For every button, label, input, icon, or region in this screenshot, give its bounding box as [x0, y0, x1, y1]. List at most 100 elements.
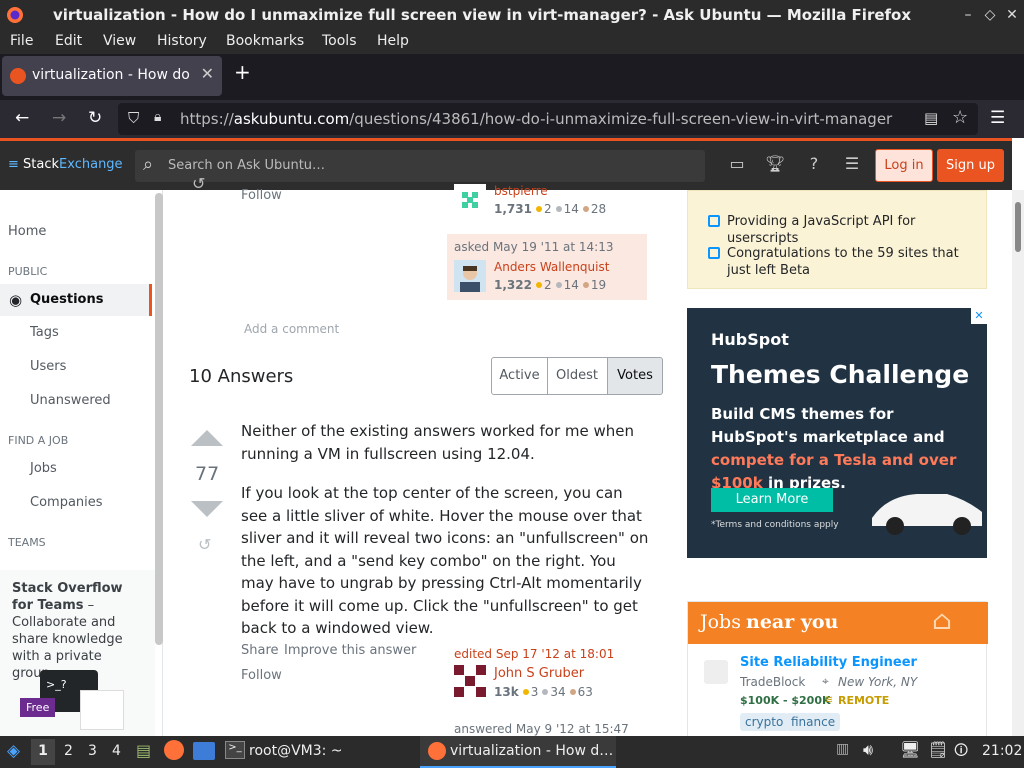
window-title: virtualization - How do I unmaximize ful… — [52, 6, 912, 24]
user-name-john[interactable]: John S Gruber — [494, 666, 584, 681]
nav-users[interactable]: Users — [30, 359, 66, 374]
nav-jobs[interactable]: Jobs — [30, 461, 57, 476]
job-tag[interactable]: finance — [786, 713, 841, 731]
window-titlebar: virtualization - How do I unmaximize ful… — [0, 0, 1024, 30]
tab-close-icon[interactable]: ✕ — [201, 64, 214, 83]
ad-learn-more-button[interactable]: Learn More — [711, 488, 833, 512]
reader-view-icon[interactable]: ▤ — [924, 109, 938, 127]
nav-companies[interactable]: Companies — [30, 495, 103, 510]
network-icon[interactable]: 🖥︎ — [900, 740, 920, 759]
reload-icon[interactable]: ↻ — [88, 108, 102, 128]
menu-view[interactable]: View — [103, 33, 136, 49]
answer-edited-date[interactable]: edited Sep 17 '12 at 18:01 — [454, 647, 614, 661]
updates-icon[interactable]: 🛈 — [954, 740, 968, 764]
terminal-icon: >_ — [225, 741, 245, 759]
menu-edit[interactable]: Edit — [55, 33, 82, 49]
nav-heading-teams: TEAMS — [8, 536, 46, 549]
close-window-button[interactable]: ✕ — [1002, 5, 1022, 25]
task-terminal[interactable]: root@VM3: ~ — [249, 743, 343, 759]
history-icon[interactable]: ↺ — [192, 174, 205, 193]
asker-card: asked May 19 '11 at 14:13 Anders Wallenq… — [447, 234, 647, 300]
add-comment-link[interactable]: Add a comment — [244, 322, 339, 336]
minimize-button[interactable]: – — [958, 5, 978, 25]
bulletin-item-2[interactable]: Congratulations to the 59 sites that jus… — [727, 245, 967, 279]
new-tab-button[interactable]: + — [234, 60, 251, 84]
hubspot-ad[interactable]: ✕ HubSpot Themes Challenge Build CMS the… — [687, 308, 987, 558]
nav-tags[interactable]: Tags — [30, 325, 59, 340]
job-title-link[interactable]: Site Reliability Engineer — [740, 655, 917, 670]
user-avatar-john[interactable] — [454, 665, 486, 697]
company-logo-icon — [704, 660, 728, 684]
log-in-button[interactable]: Log in — [875, 149, 933, 182]
location-pin-icon: ⌖ — [822, 674, 829, 688]
nav-home[interactable]: Home — [8, 224, 46, 239]
nav-questions[interactable]: ◉ Questions — [0, 284, 152, 316]
sign-up-button[interactable]: Sign up — [937, 149, 1004, 182]
right-sidebar: Providing a JavaScript API for userscrip… — [687, 190, 988, 736]
menu-help[interactable]: Help — [377, 33, 409, 49]
menu-bookmarks[interactable]: Bookmarks — [226, 33, 304, 49]
menu-tools[interactable]: Tools — [322, 33, 357, 49]
sidebar-scrollbar[interactable] — [155, 193, 163, 645]
workspace-3[interactable]: 3 — [88, 743, 97, 759]
workspace-2[interactable]: 2 — [64, 743, 73, 759]
window-launcher-icon[interactable] — [193, 742, 215, 760]
user-avatar-bstpierre[interactable] — [454, 184, 486, 216]
navigation-bar: ← → ↻ ⛉ 🔒︎ https://askubuntu.com/questio… — [0, 100, 1024, 138]
firefox-launcher-icon[interactable] — [164, 740, 184, 760]
restore-button[interactable]: ◇ — [980, 5, 1000, 25]
url-bar[interactable]: ⛉ 🔒︎ https://askubuntu.com/questions/438… — [118, 103, 978, 135]
inbox-icon[interactable]: ▭ — [726, 154, 748, 176]
question-follow-link[interactable]: Follow — [241, 188, 282, 203]
page-scrollbar[interactable] — [1012, 190, 1024, 736]
job-tag[interactable]: crypto — [740, 713, 789, 731]
answer-follow-link[interactable]: Follow — [241, 668, 282, 683]
achievements-trophy-icon[interactable]: 🏆︎ — [764, 154, 786, 176]
ad-close-icon[interactable]: ✕ — [971, 308, 987, 324]
sort-votes-button[interactable]: Votes — [607, 357, 663, 395]
volume-icon[interactable]: 🔊︎ — [863, 740, 873, 760]
site-switcher-icon[interactable]: ☰ — [841, 154, 863, 176]
askubuntu-favicon-icon — [10, 68, 26, 84]
url-text[interactable]: https://askubuntu.com/questions/43861/ho… — [180, 110, 892, 128]
job-location: New York, NY — [838, 675, 918, 689]
shield-icon[interactable]: ⛉ — [128, 109, 139, 127]
left-sidebar: Home PUBLIC ◉ Questions Tags Users Unans… — [0, 190, 163, 736]
clipboard-icon[interactable]: ▥ — [836, 741, 849, 757]
lock-icon[interactable]: 🔒︎ — [154, 109, 161, 125]
bookmark-star-icon[interactable]: ☆ — [952, 107, 968, 128]
answer-share-link[interactable]: Share — [241, 643, 279, 658]
checkbox-icon — [708, 247, 720, 259]
start-menu-icon[interactable]: ◈ — [7, 741, 20, 761]
hamburger-menu-icon[interactable]: ☰ — [990, 108, 1005, 128]
help-icon[interactable]: ? — [803, 154, 825, 176]
user-avatar-anders[interactable] — [454, 260, 486, 292]
answer-improve-link[interactable]: Improve this answer — [284, 643, 416, 658]
nav-unanswered[interactable]: Unanswered — [30, 393, 111, 408]
forward-icon[interactable]: → — [52, 108, 66, 128]
workspace-4[interactable]: 4 — [112, 743, 121, 759]
downvote-icon[interactable] — [191, 501, 223, 517]
answer-history-icon[interactable]: ↺ — [198, 535, 211, 554]
workspace-1[interactable]: 1 — [31, 739, 55, 765]
user-name-anders[interactable]: Anders Wallenquist — [494, 260, 609, 274]
file-manager-icon[interactable]: ▤ — [136, 741, 151, 760]
clock[interactable]: 21:02 — [982, 743, 1022, 759]
user-name-bstpierre[interactable]: bstpierre — [494, 184, 548, 198]
asked-date: asked May 19 '11 at 14:13 — [454, 240, 614, 254]
stackexchange-logo[interactable]: ≡ StackExchange — [8, 157, 123, 172]
tab-active[interactable]: virtualization - How do I u ✕ — [2, 56, 222, 96]
teams-title[interactable]: Stack Overflow for Teams — [12, 581, 123, 613]
menu-file[interactable]: File — [10, 33, 33, 49]
menu-history[interactable]: History — [157, 33, 207, 49]
search-input[interactable]: ⌕ Search on Ask Ubuntu… — [135, 150, 705, 182]
upvote-icon[interactable] — [191, 430, 223, 446]
sort-active-button[interactable]: Active — [491, 357, 548, 395]
back-icon[interactable]: ← — [15, 108, 29, 128]
sort-oldest-button[interactable]: Oldest — [547, 357, 608, 395]
scrollbar-thumb[interactable] — [1015, 202, 1021, 252]
notes-icon[interactable]: 🗒︎ — [928, 740, 948, 759]
tab-title: virtualization - How do I u — [32, 67, 192, 83]
bulletin-item-1[interactable]: Providing a JavaScript API for userscrip… — [727, 213, 977, 247]
task-firefox[interactable]: virtualization - How d… — [420, 736, 616, 768]
